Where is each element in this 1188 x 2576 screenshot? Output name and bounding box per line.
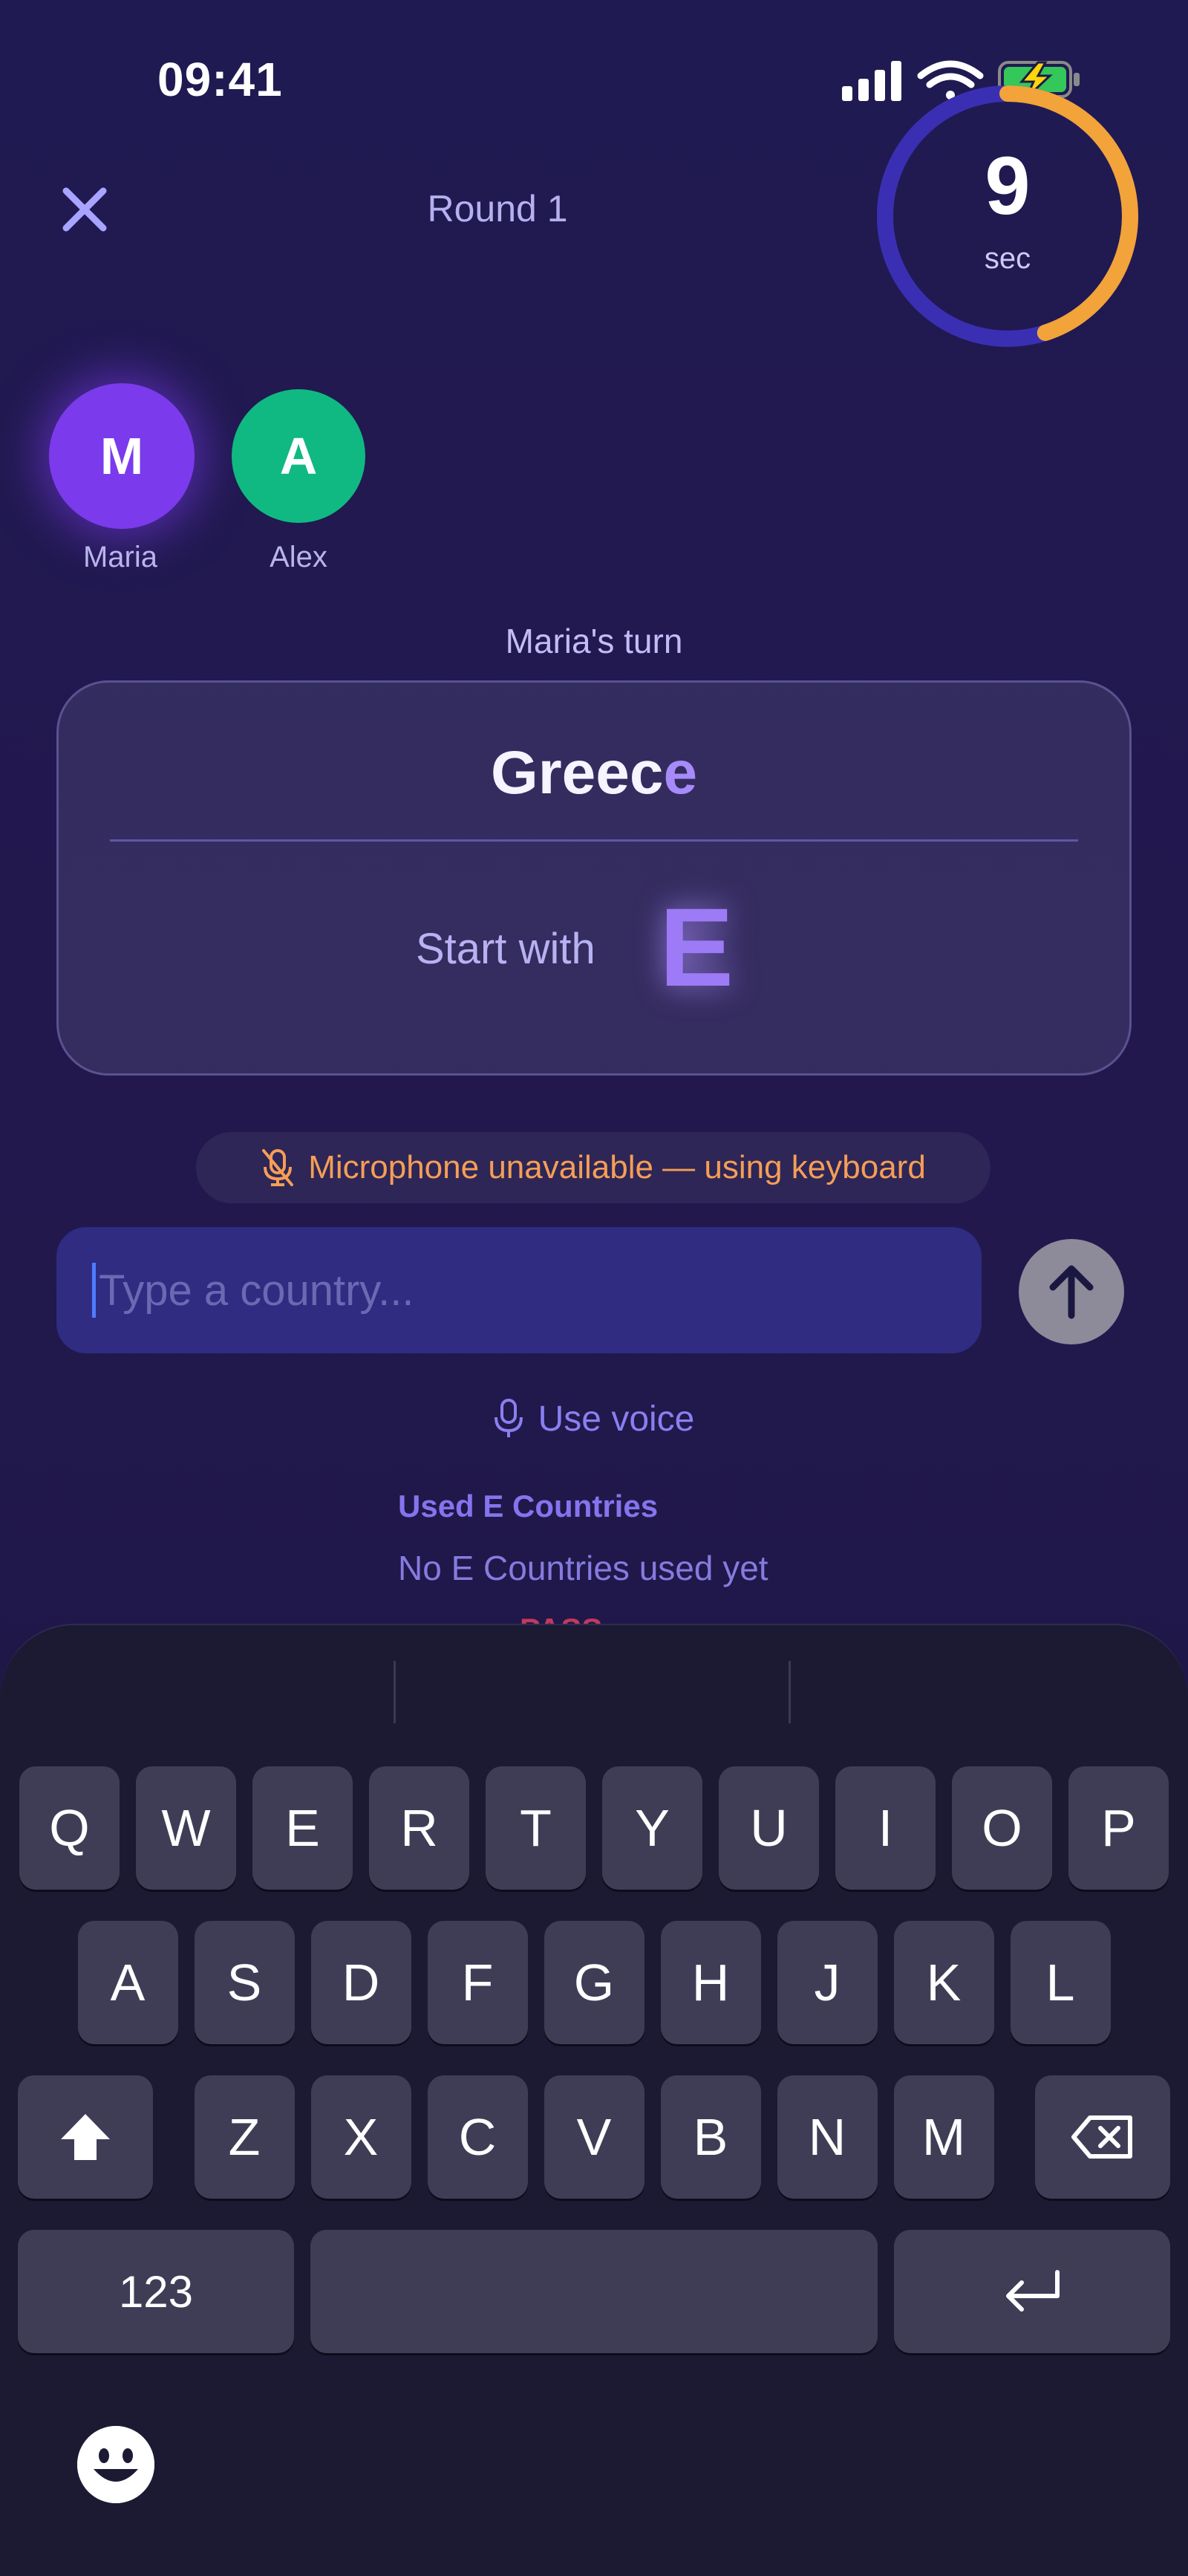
status-time: 09:41 (157, 53, 283, 106)
start-letter: E (659, 885, 734, 1009)
key-y[interactable]: Y (602, 1766, 702, 1890)
key-l[interactable]: L (1010, 1921, 1111, 2044)
country-input[interactable]: Type a country... (56, 1227, 982, 1353)
current-word-stem: Greec (490, 739, 664, 807)
round-title: Round 1 (427, 188, 568, 230)
key-o[interactable]: O (952, 1766, 1052, 1890)
key-t[interactable]: T (486, 1766, 586, 1890)
current-word-last-letter: e (663, 739, 698, 807)
use-voice-button[interactable]: Use voice (0, 1398, 1188, 1440)
arrow-up-icon (1049, 1265, 1094, 1319)
player-name-maria: Maria (82, 541, 158, 573)
key-v[interactable]: V (544, 2075, 644, 2199)
return-icon (1006, 2270, 1060, 2312)
key-j[interactable]: J (777, 1921, 878, 2044)
suggestion-divider (789, 1661, 791, 1723)
keyboard-row-4: 123 (18, 2230, 1170, 2353)
key-w[interactable]: W (136, 1766, 236, 1890)
keyboard-row-2: A S D F G H J K L (0, 1921, 1188, 2044)
key-d[interactable]: D (310, 1921, 411, 2044)
mic-off-icon (262, 1149, 294, 1186)
used-countries-empty: No E Countries used yet (398, 1549, 768, 1587)
microphone-icon (494, 1399, 523, 1437)
use-voice-label: Use voice (538, 1399, 695, 1439)
mic-unavailable-notice: Microphone unavailable — using keyboard (196, 1132, 990, 1203)
key-h[interactable]: H (660, 1921, 761, 2044)
key-e[interactable]: E (252, 1766, 353, 1890)
text-caret (92, 1263, 96, 1318)
key-c[interactable]: C (427, 2075, 528, 2199)
key-x[interactable]: X (310, 2075, 411, 2199)
key-n[interactable]: N (777, 2075, 878, 2199)
keyboard-row-1: Q W E R T Y U I O P (0, 1766, 1188, 1890)
shift-key[interactable] (18, 2075, 153, 2199)
suggestion-divider (394, 1661, 396, 1723)
timer-unit: sec (984, 242, 1031, 275)
start-with-label: Start with (416, 925, 595, 973)
card-divider (110, 839, 1078, 842)
key-s[interactable]: S (194, 1921, 295, 2044)
key-b[interactable]: B (660, 2075, 761, 2199)
keyboard-row-3: Z X C V B N M (18, 2075, 1170, 2199)
turn-indicator: Maria's turn (505, 622, 683, 660)
send-button[interactable] (1019, 1239, 1124, 1344)
key-g[interactable]: G (544, 1921, 644, 2044)
backspace-icon (1071, 2115, 1132, 2159)
avatar-alex: A (232, 389, 365, 523)
timer-value: 9 (985, 140, 1031, 232)
key-u[interactable]: U (719, 1766, 819, 1890)
key-i[interactable]: I (835, 1766, 936, 1890)
close-button[interactable] (53, 178, 116, 241)
backspace-key[interactable] (1035, 2075, 1170, 2199)
current-word: Greece (0, 738, 1188, 808)
close-icon (62, 187, 107, 232)
key-q[interactable]: Q (19, 1766, 120, 1890)
mic-notice-text: Microphone unavailable — using keyboard (308, 1149, 926, 1185)
key-p[interactable]: P (1068, 1766, 1169, 1890)
key-k[interactable]: K (893, 1921, 994, 2044)
return-key[interactable] (894, 2230, 1170, 2353)
country-input-placeholder: Type a country... (99, 1266, 414, 1315)
player-name-alex: Alex (270, 541, 327, 573)
key-z[interactable]: Z (194, 2075, 295, 2199)
avatar-maria: M (49, 383, 195, 529)
key-m[interactable]: M (893, 2075, 994, 2199)
numbers-key[interactable]: 123 (18, 2230, 294, 2353)
key-a[interactable]: A (77, 1921, 178, 2044)
space-key[interactable] (310, 2230, 878, 2353)
emoji-button[interactable] (77, 2426, 154, 2503)
key-r[interactable]: R (369, 1766, 469, 1890)
emoji-icon (77, 2426, 154, 2503)
key-f[interactable]: F (427, 1921, 528, 2044)
shift-icon (61, 2114, 110, 2160)
used-countries-title: Used E Countries (398, 1489, 659, 1523)
